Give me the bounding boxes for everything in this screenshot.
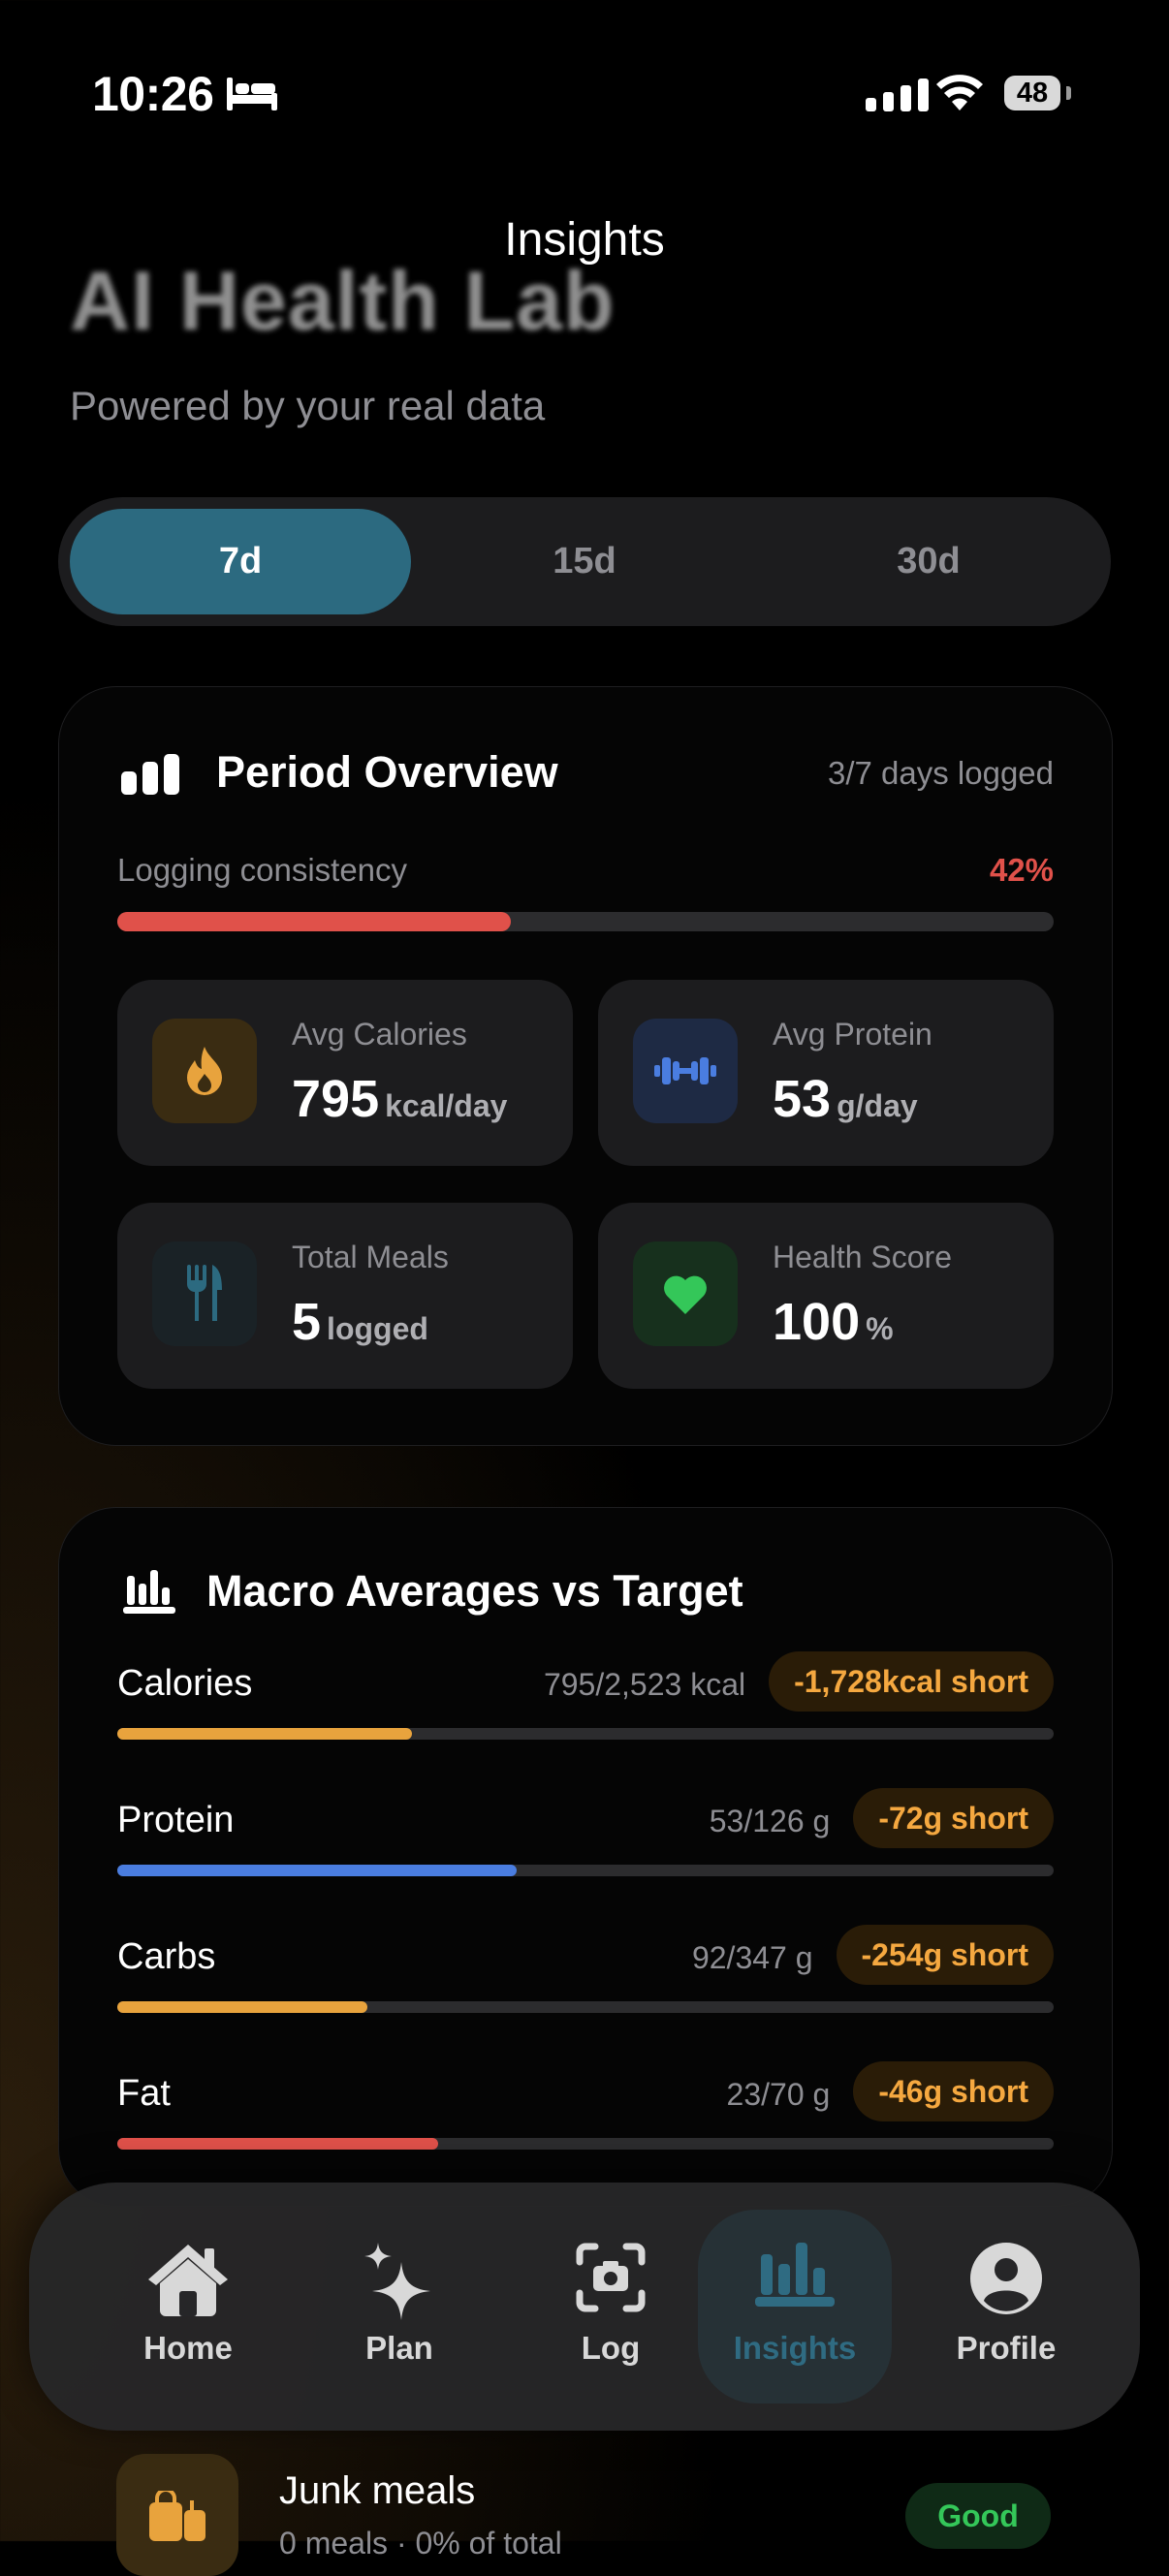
tab-insights[interactable]: Insights (698, 2183, 892, 2431)
stat-value: 100% (773, 1292, 894, 1352)
bar-chart-icon (121, 754, 183, 800)
junk-meals-title: Junk meals (279, 2469, 476, 2512)
macro-progress-fill (117, 1865, 517, 1876)
battery-tip (1066, 86, 1071, 100)
macro-progress-fill (117, 2138, 438, 2150)
macro-progress-bar (117, 2138, 1054, 2150)
macro-value: 795/2,523 kcal (543, 1667, 746, 1702)
days-logged: 3/7 days logged (827, 755, 1054, 791)
stat-label: Health Score (773, 1240, 952, 1274)
stat-unit: kcal/day (385, 1088, 508, 1123)
macro-status-badge: -46g short (853, 2061, 1054, 2121)
period-overview-card: Period Overview 3/7 days logged Logging … (58, 686, 1113, 1446)
macro-name: Carbs (117, 1936, 216, 1977)
tab-selected-highlight (698, 2210, 892, 2403)
period-option-15d[interactable]: 15d (414, 509, 755, 614)
stat-number: 5 (292, 1293, 322, 1351)
house-icon (148, 2245, 228, 2316)
wifi-icon (935, 74, 984, 115)
macro-value: 92/347 g (691, 1940, 813, 1975)
macro-name: Protein (117, 1800, 235, 1840)
macro-averages-card: Macro Averages vs Target Calories -1,728k… (58, 1507, 1113, 2207)
stat-avg-protein[interactable]: Avg Protein 53 g/day (598, 980, 1054, 1166)
page-subtitle: Powered by your real data (70, 383, 546, 428)
period-overview-title: Period Overview (216, 747, 558, 797)
macro-value: 23/70 g (726, 2077, 831, 2112)
tab-home[interactable]: Home (91, 2183, 285, 2431)
tab-log[interactable]: Log (514, 2183, 708, 2431)
tab-profile[interactable]: Profile (909, 2183, 1103, 2431)
status-badge: Good (905, 2483, 1051, 2549)
stat-unit: logged (327, 1311, 428, 1346)
consistency-label: Logging consistency (117, 852, 408, 888)
stat-number: 795 (292, 1070, 380, 1128)
stat-total-meals[interactable]: Total Meals 5 logged (117, 1203, 573, 1389)
macro-progress-fill (117, 1728, 412, 1740)
stat-label: Avg Calories (292, 1017, 467, 1052)
macro-progress-bar (117, 2001, 1054, 2013)
macro-progress-bar (117, 1728, 1054, 1740)
flame-icon (152, 1019, 257, 1123)
stat-unit: g/day (837, 1088, 918, 1123)
junk-meals-subtitle: 0 meals · 0% of total (279, 2526, 562, 2560)
status-time: 10:26 (92, 67, 214, 121)
macro-progress-bar (117, 1865, 1054, 1876)
junk-meals-icon-tile (116, 2454, 238, 2576)
period-option-7d[interactable]: 7d (70, 509, 411, 614)
tab-label: Profile (956, 2330, 1057, 2366)
stat-health-score[interactable]: Health Score 100% (598, 1203, 1054, 1389)
chart-bars-icon (755, 2243, 835, 2307)
stat-number: 100 (773, 1293, 861, 1351)
macro-status-badge: -1,728kcal short (769, 1651, 1054, 1712)
period-option-30d[interactable]: 30d (758, 509, 1099, 614)
stat-value: 5 logged (292, 1292, 428, 1352)
stat-avg-calories[interactable]: Avg Calories 795 kcal/day (117, 980, 573, 1166)
consistency-progress-bar (117, 912, 1054, 931)
tab-bar: Home Plan Log Insights Profile (29, 2183, 1140, 2431)
macro-name: Calories (117, 1663, 253, 1704)
tab-label: Insights (733, 2330, 857, 2366)
chart-bars-icon (123, 1570, 175, 1619)
stat-value: 53 g/day (773, 1069, 918, 1129)
macro-averages-title: Macro Averages vs Target (206, 1566, 743, 1616)
dumbbell-icon (633, 1019, 738, 1123)
tab-label: Log (581, 2330, 641, 2366)
tab-label: Home (143, 2330, 233, 2366)
heart-icon (633, 1241, 738, 1346)
person-circle-icon (970, 2243, 1042, 2314)
consistency-value: 42% (989, 852, 1054, 888)
fork-knife-icon (152, 1241, 257, 1346)
sleep-focus-icon (227, 78, 277, 115)
sparkles-icon (364, 2243, 430, 2320)
tab-plan[interactable]: Plan (302, 2183, 496, 2431)
macro-status-badge: -254g short (836, 1925, 1054, 1985)
macro-progress-fill (117, 2001, 367, 2013)
macro-name: Fat (117, 2073, 171, 2114)
cellular-signal-icon (866, 79, 929, 111)
page-title: AI Health Lab (70, 255, 616, 348)
stat-number: 53 (773, 1070, 832, 1128)
period-selector: 7d 15d 30d (58, 497, 1111, 626)
consistency-progress-fill (117, 912, 511, 931)
tab-label: Plan (365, 2330, 433, 2366)
stat-unit: % (866, 1311, 894, 1346)
shopping-bag-icon (149, 2491, 205, 2541)
camera-scan-icon (576, 2243, 646, 2312)
battery-indicator: 48 (1004, 76, 1060, 110)
stat-label: Avg Protein (773, 1017, 932, 1052)
stat-value: 795 kcal/day (292, 1069, 507, 1129)
macro-value: 53/126 g (709, 1804, 831, 1838)
stat-label: Total Meals (292, 1240, 449, 1274)
macro-status-badge: -72g short (853, 1788, 1054, 1848)
